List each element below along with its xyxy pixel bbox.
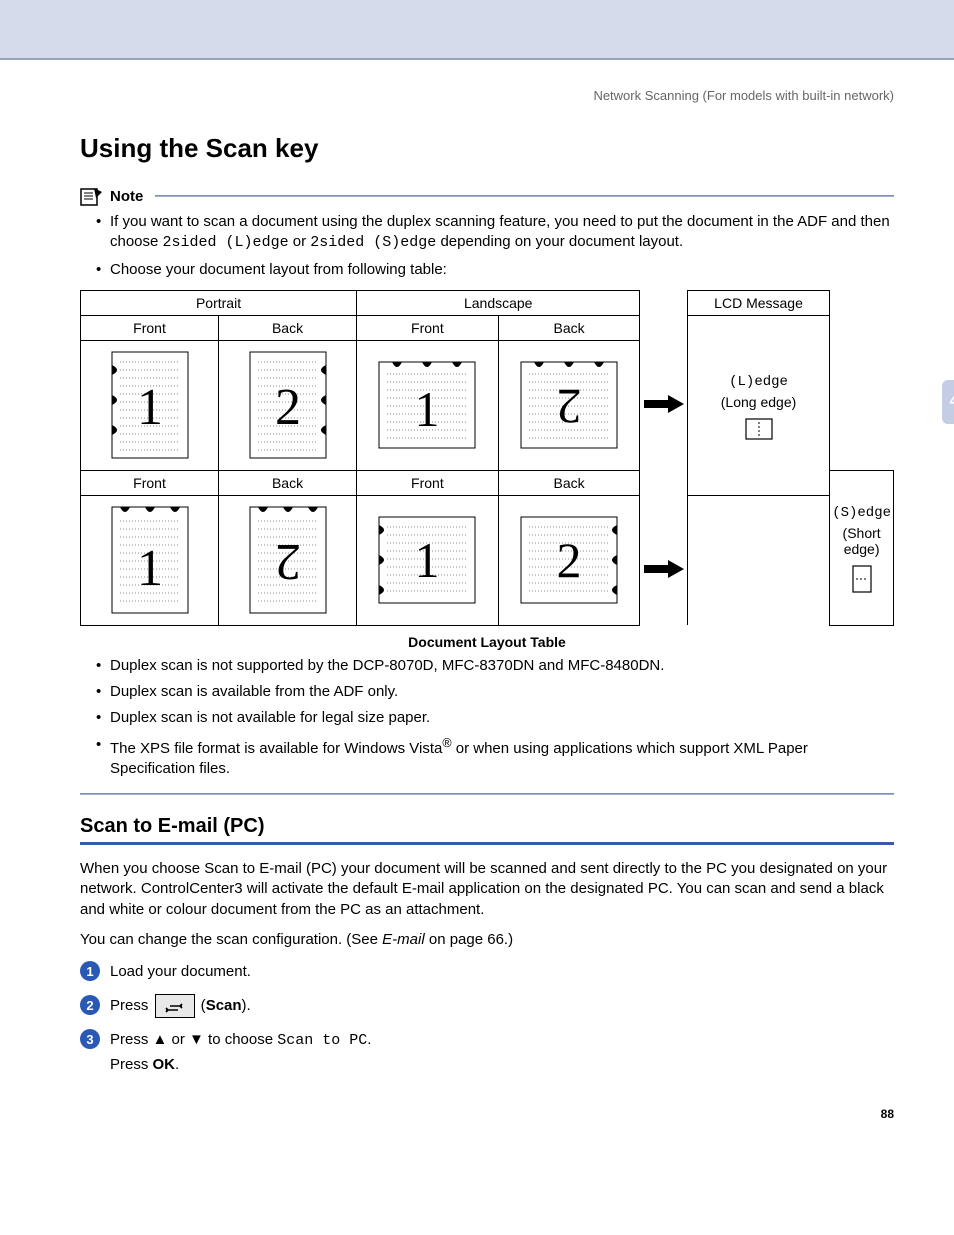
section-title: Scan to E-mail (PC) (80, 815, 894, 838)
note-bullet-2: Choose your document layout from followi… (96, 260, 894, 280)
svg-text:2: 2 (557, 532, 582, 588)
step-3: 3 Press ▲ or ▼ to choose Scan to PC. Pre… (80, 1028, 894, 1077)
note-rule (155, 195, 894, 197)
cell-landscape-back-1: 2 (498, 340, 640, 470)
svg-text:1: 1 (137, 540, 163, 597)
th-back: Back (219, 315, 357, 340)
cell-portrait-front-2: 1 (81, 495, 219, 625)
th-back: Back (498, 470, 640, 495)
post-bullet-3: Duplex scan is not available for legal s… (96, 708, 894, 728)
s3-post: . (367, 1031, 371, 1048)
p2-link: E-mail (382, 931, 425, 948)
lcd-text: (Long edge) (690, 394, 827, 410)
scan-label: Scan (206, 997, 242, 1014)
breadcrumb: Network Scanning (For models with built-… (80, 88, 894, 103)
svg-text:1: 1 (137, 379, 163, 436)
step-number-icon: 1 (80, 961, 100, 981)
lcd-cell-short: (S)edge (Short edge) (830, 470, 894, 625)
lcd-code: (S)edge (832, 505, 891, 521)
post-bullet-4: The XPS file format is available for Win… (96, 735, 894, 780)
cell-portrait-back-2: 2 (219, 495, 357, 625)
page-title: Using the Scan key (80, 133, 894, 164)
th-front: Front (357, 470, 499, 495)
layout-table-wrap: Portrait Landscape LCD Message Front Bac… (80, 290, 894, 626)
svg-text:2: 2 (275, 379, 301, 436)
cell-landscape-back-2: 2 (498, 495, 640, 625)
note-label: Note (110, 188, 143, 205)
s3-pre: Press ▲ or ▼ to choose (110, 1031, 277, 1048)
s3-code: Scan to PC (277, 1032, 367, 1049)
step-text: Press (Scan). (110, 994, 251, 1018)
p2-post: on page 66.) (425, 931, 513, 948)
ok-label: OK (153, 1056, 176, 1073)
section-underline (80, 842, 894, 845)
page-number: 88 (80, 1107, 894, 1121)
th-landscape: Landscape (357, 290, 640, 315)
step-1: 1 Load your document. (80, 960, 894, 984)
step-number-icon: 2 (80, 995, 100, 1015)
scan-button-icon (155, 994, 195, 1018)
svg-text:2: 2 (275, 533, 301, 590)
th-back: Back (498, 315, 640, 340)
lcd-cell-long: (L)edge (Long edge) (687, 315, 829, 495)
section-divider (80, 793, 894, 795)
note-text: depending on your document layout. (436, 233, 683, 250)
xps-text-pre: The XPS file format is available for Win… (110, 740, 442, 757)
th-back: Back (219, 470, 357, 495)
chapter-tab: 4 (942, 380, 954, 424)
step-number-icon: 3 (80, 1029, 100, 1049)
step-text: Load your document. (110, 960, 251, 984)
post-bullet-2: Duplex scan is available from the ADF on… (96, 682, 894, 702)
p2-pre: You can change the scan configuration. (… (80, 931, 382, 948)
arrow-right-icon (644, 560, 684, 578)
th-front: Front (81, 470, 219, 495)
s2-pre: Press (110, 997, 153, 1014)
note-code-2: 2sided (S)edge (310, 234, 436, 251)
layout-table: Portrait Landscape LCD Message Front Bac… (80, 290, 894, 626)
step-text: Press ▲ or ▼ to choose Scan to PC. Press… (110, 1028, 371, 1077)
svg-text:1: 1 (415, 381, 440, 437)
s3-line2-pre: Press (110, 1056, 153, 1073)
th-front: Front (81, 315, 219, 340)
cell-landscape-front-2: 1 (357, 495, 499, 625)
note-icon (80, 186, 104, 206)
registered-symbol: ® (442, 736, 451, 750)
cell-portrait-front-1: 1 (81, 340, 219, 470)
section-paragraph-2: You can change the scan configuration. (… (80, 930, 894, 950)
lcd-code: (L)edge (690, 374, 827, 390)
cell-portrait-back-1: 2 (219, 340, 357, 470)
note-text: or (289, 233, 311, 250)
note-bullet-1: If you want to scan a document using the… (96, 212, 894, 254)
note-code-1: 2sided (L)edge (163, 234, 289, 251)
svg-text:1: 1 (415, 532, 440, 588)
table-caption: Document Layout Table (80, 634, 894, 650)
top-bar (0, 0, 954, 60)
lcd-text: (Short edge) (832, 525, 891, 557)
post-bullet-1: Duplex scan is not supported by the DCP-… (96, 656, 894, 676)
th-front: Front (357, 315, 499, 340)
s3-line2-post: . (175, 1056, 179, 1073)
cell-landscape-front-1: 1 (357, 340, 499, 470)
svg-text:2: 2 (557, 379, 582, 435)
long-edge-icon (745, 418, 773, 440)
step-2: 2 Press (Scan). (80, 994, 894, 1018)
section-paragraph-1: When you choose Scan to E-mail (PC) your… (80, 859, 894, 920)
arrow-right-icon (644, 395, 684, 413)
short-edge-icon (852, 565, 872, 593)
th-portrait: Portrait (81, 290, 357, 315)
th-lcd: LCD Message (687, 290, 829, 315)
